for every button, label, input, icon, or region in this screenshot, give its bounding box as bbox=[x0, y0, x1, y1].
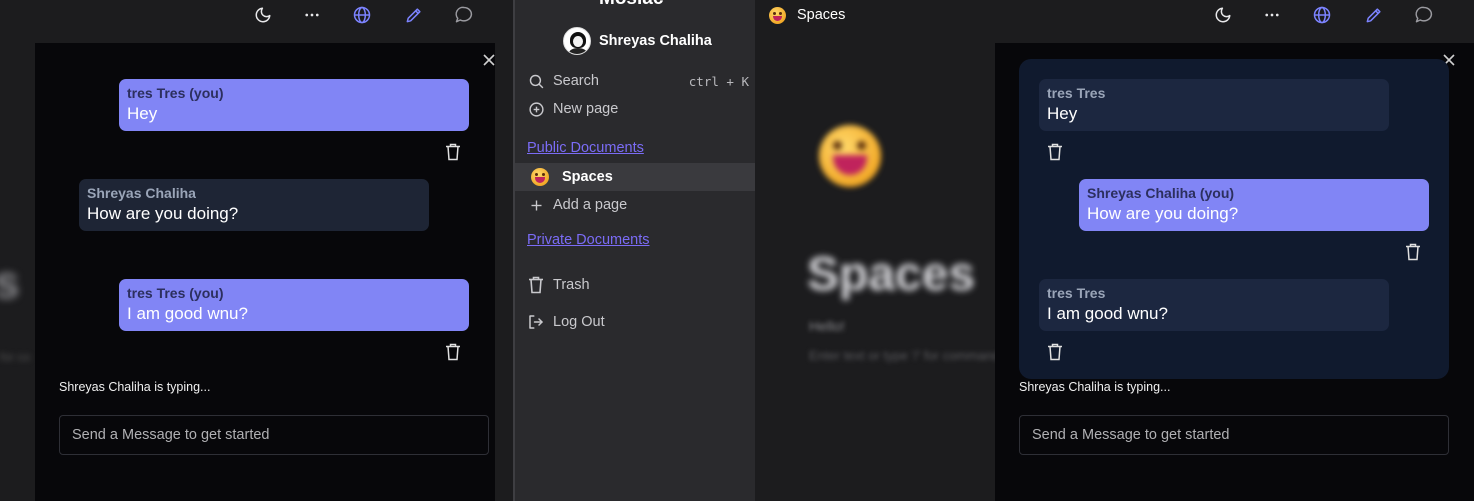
search-icon bbox=[527, 72, 545, 90]
logout-button[interactable]: Log Out bbox=[527, 311, 605, 333]
trash-icon bbox=[527, 276, 545, 294]
user-name: Shreyas Chaliha bbox=[599, 33, 712, 49]
delete-message-icon[interactable] bbox=[1047, 143, 1063, 161]
avatar-face-icon bbox=[573, 36, 583, 47]
message-text: How are you doing? bbox=[87, 204, 239, 223]
logout-icon bbox=[527, 313, 545, 331]
delete-message-icon[interactable] bbox=[445, 343, 461, 361]
plus-circle-icon bbox=[527, 100, 545, 118]
message-sender: Shreyas Chaliha (you) bbox=[1087, 185, 1235, 201]
page-body-text: Hello! bbox=[809, 318, 845, 334]
typing-indicator: Shreyas Chaliha is typing... bbox=[1019, 380, 1171, 394]
moon-icon[interactable] bbox=[1212, 4, 1234, 26]
message-bubble: tres Tres I am good wnu? bbox=[1039, 279, 1389, 331]
public-documents-link[interactable]: Public Documents bbox=[527, 140, 644, 156]
typing-indicator: Shreyas Chaliha is typing... bbox=[59, 380, 211, 394]
plus-icon bbox=[527, 196, 545, 214]
app-name: Mosiac bbox=[599, 0, 663, 10]
logout-label: Log Out bbox=[553, 314, 605, 330]
search-shortcut: ctrl + K bbox=[688, 73, 749, 89]
message-sender: Shreyas Chaliha bbox=[87, 185, 196, 201]
chat-panel: tres Tres Hey Shreyas Chaliha (you) How … bbox=[995, 43, 1474, 501]
smiley-emoji-icon bbox=[531, 168, 549, 186]
message-bubble: Shreyas Chaliha (you) How are you doing? bbox=[1079, 179, 1429, 231]
sidebar-item-label: Spaces bbox=[562, 169, 613, 185]
delete-message-icon[interactable] bbox=[1405, 243, 1421, 261]
new-page-label: New page bbox=[553, 101, 619, 117]
pencil-icon[interactable] bbox=[403, 4, 425, 26]
blurred-title-fragment: s bbox=[0, 256, 20, 308]
private-documents-link[interactable]: Private Documents bbox=[527, 232, 650, 248]
left-browser-window: s for co tres Tres (you) Hey Shreyas Cha… bbox=[0, 0, 513, 501]
more-icon[interactable] bbox=[1261, 4, 1283, 26]
message-bubble: tres Tres (you) I am good wnu? bbox=[119, 279, 469, 331]
message-sender: tres Tres bbox=[1047, 85, 1106, 101]
breadcrumb[interactable]: Spaces bbox=[769, 5, 845, 25]
message-text: How are you doing? bbox=[1087, 204, 1239, 223]
user-profile[interactable]: Shreyas Chaliha bbox=[563, 27, 712, 55]
add-page-label: Add a page bbox=[553, 197, 628, 213]
sidebar: Mosiac Shreyas Chaliha Search ctrl + K N… bbox=[513, 0, 755, 501]
message-bubble: tres Tres (you) Hey bbox=[119, 79, 469, 131]
more-icon[interactable] bbox=[301, 4, 323, 26]
moon-icon[interactable] bbox=[252, 4, 274, 26]
chat-panel: tres Tres (you) Hey Shreyas Chaliha How … bbox=[35, 43, 495, 501]
search-button[interactable]: Search ctrl + K bbox=[527, 70, 749, 92]
smiley-emoji-icon bbox=[769, 6, 786, 24]
message-text: I am good wnu? bbox=[1047, 304, 1168, 323]
message-bubble: Shreyas Chaliha How are you doing? bbox=[79, 179, 429, 231]
chat-icon[interactable] bbox=[1413, 4, 1435, 26]
search-label: Search bbox=[553, 73, 599, 89]
message-sender: tres Tres (you) bbox=[127, 285, 224, 301]
sidebar-item-spaces[interactable]: Spaces bbox=[515, 163, 755, 191]
message-sender: tres Tres (you) bbox=[127, 85, 224, 101]
right-browser-window: Spaces Spaces Hello! Enter text or type … bbox=[755, 0, 1474, 501]
delete-message-icon[interactable] bbox=[1047, 343, 1063, 361]
message-input[interactable] bbox=[59, 415, 489, 455]
breadcrumb-label: Spaces bbox=[797, 7, 846, 23]
message-text: Hey bbox=[127, 104, 158, 123]
globe-icon[interactable] bbox=[1311, 4, 1333, 26]
message-sender: tres Tres bbox=[1047, 285, 1106, 301]
add-page-button[interactable]: Add a page bbox=[527, 194, 627, 216]
avatar bbox=[563, 27, 591, 55]
page-editor-placeholder: Enter text or type '/' for commands bbox=[809, 348, 1007, 363]
globe-icon[interactable] bbox=[351, 4, 373, 26]
page-emoji-icon bbox=[819, 125, 881, 187]
message-text: I am good wnu? bbox=[127, 304, 248, 323]
message-bubble: tres Tres Hey bbox=[1039, 79, 1389, 131]
blurred-text-fragment: for co bbox=[0, 350, 31, 364]
page-title: Spaces bbox=[807, 248, 976, 301]
trash-label: Trash bbox=[553, 277, 590, 293]
delete-message-icon[interactable] bbox=[445, 143, 461, 161]
message-input[interactable] bbox=[1019, 415, 1449, 455]
pencil-icon[interactable] bbox=[1363, 4, 1385, 26]
chat-icon[interactable] bbox=[453, 4, 475, 26]
trash-button[interactable]: Trash bbox=[527, 274, 590, 296]
avatar-body-icon bbox=[569, 48, 587, 54]
close-icon[interactable] bbox=[481, 52, 497, 68]
new-page-button[interactable]: New page bbox=[527, 98, 618, 120]
message-text: Hey bbox=[1047, 104, 1078, 123]
